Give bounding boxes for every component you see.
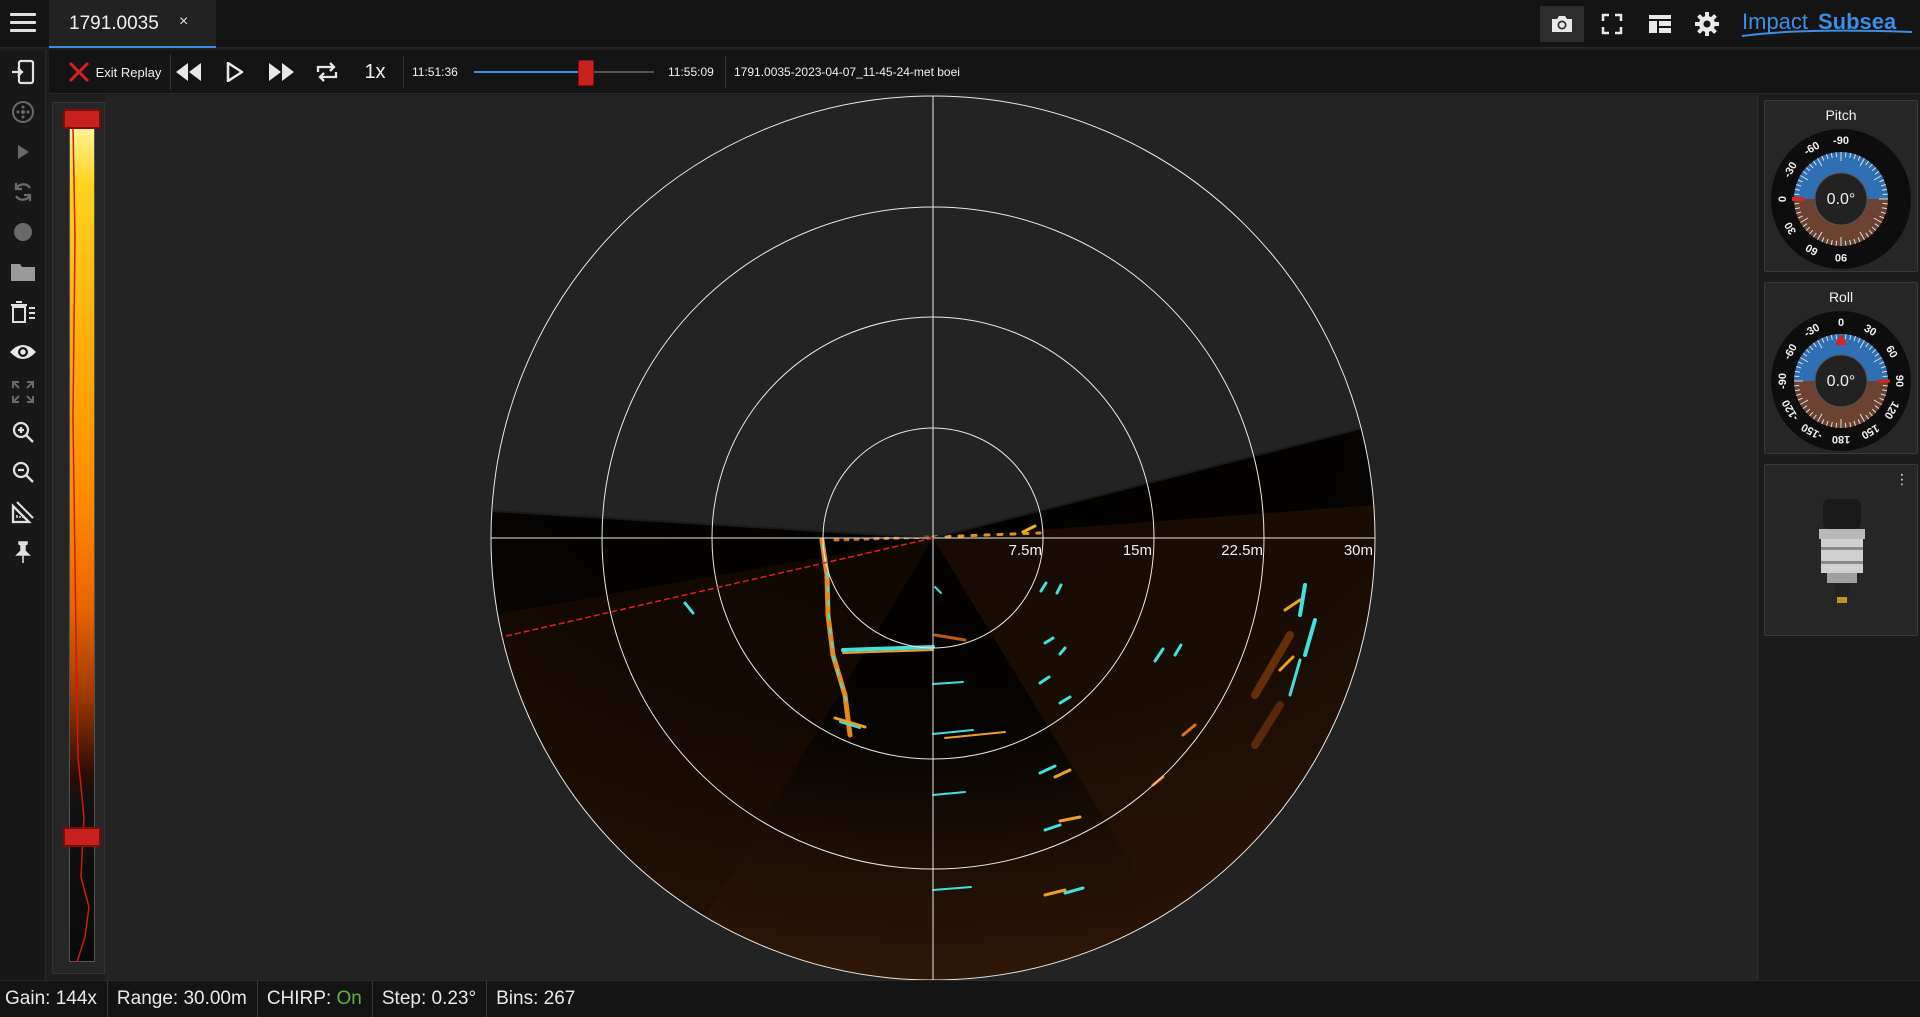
sensor-view-panel: ⋮ — [1764, 464, 1918, 636]
sonar-display[interactable]: 7.5m 15m 22.5m 30m — [105, 95, 1757, 980]
range-label-2: 15m — [1123, 542, 1152, 559]
logo-text-impact: Impact — [1742, 9, 1808, 34]
fast-forward-icon[interactable] — [261, 54, 301, 90]
right-instrument-column: Pitch -90 -60 -30 0 30 60 90 0.0° Roll 0 30 60 90… — [1757, 95, 1920, 980]
pitch-gauge: -90-60-3003060 90 0.0° — [1771, 129, 1911, 269]
zoom-in-icon[interactable] — [7, 416, 39, 448]
close-icon — [68, 61, 89, 83]
layout-icon[interactable] — [1638, 6, 1682, 42]
gauge-tick — [1844, 334, 1847, 340]
scan-target-icon[interactable] — [7, 96, 39, 128]
gauge-tick — [1844, 240, 1847, 246]
gauge-tick — [1882, 375, 1888, 378]
color-gain-bar — [52, 102, 105, 974]
pitch-tick-label: 0 — [1777, 196, 1789, 202]
playback-speed-button[interactable]: 1x — [357, 54, 393, 90]
roll-tick-label: 180 — [1832, 433, 1850, 445]
gauge-tick — [1794, 193, 1800, 196]
replay-start-time: 11:51:36 — [412, 65, 458, 79]
range-status: Range: 30.00m — [112, 980, 258, 1017]
pin-icon[interactable] — [7, 536, 39, 568]
folder-icon[interactable] — [7, 256, 39, 288]
roll-tick-label: 90 — [1893, 375, 1905, 387]
fullscreen-icon[interactable] — [1590, 6, 1634, 42]
zoom-out-icon[interactable] — [7, 456, 39, 488]
step-status: Step: 0.23° — [377, 980, 488, 1017]
pitch-title: Pitch — [1825, 107, 1857, 123]
fit-view-icon[interactable] — [7, 376, 39, 408]
gauge-tick — [1794, 384, 1800, 387]
roll-value: 0.0° — [1827, 373, 1856, 390]
pitch-value: 0.0° — [1827, 191, 1856, 208]
play-icon[interactable] — [7, 136, 39, 168]
gear-icon[interactable] — [1685, 6, 1729, 42]
bins-status: Bins: 267 — [496, 988, 576, 1009]
play-icon[interactable] — [215, 54, 255, 90]
status-bar: Gain: 144x Range: 30.00m CHIRP: On Step:… — [0, 980, 1920, 1017]
slider-fill — [474, 71, 586, 73]
gauge-tick — [1882, 384, 1888, 387]
more-options-icon[interactable]: ⋮ — [1895, 471, 1909, 488]
eye-icon[interactable] — [7, 336, 39, 368]
roll-tick-label: 0 — [1838, 317, 1844, 329]
gauge-tick — [1835, 422, 1838, 428]
tab-close-icon[interactable]: × — [179, 13, 188, 31]
record-icon[interactable] — [7, 216, 39, 248]
range-label-3: 22.5m — [1221, 542, 1263, 559]
loop-icon[interactable] — [307, 54, 347, 90]
sonar-head-image — [1819, 499, 1865, 603]
pitch-panel: Pitch -90 -60 -30 0 30 60 90 0.0° — [1764, 100, 1918, 272]
measure-angle-icon[interactable] — [7, 496, 39, 528]
gauge-tick — [1835, 240, 1838, 246]
sonar-polar-plot[interactable]: 7.5m 15m 22.5m 30m — [105, 95, 1757, 980]
slider-thumb[interactable] — [577, 60, 594, 86]
roll-tick-label: -90 — [1777, 373, 1789, 389]
roll-title: Roll — [1828, 289, 1854, 305]
top-bar: 1791.0035 × Impact Subsea — [0, 0, 1920, 48]
gauge-tick — [1835, 152, 1838, 158]
gauge-tick — [1794, 375, 1800, 378]
gauge-tick — [1835, 334, 1838, 340]
gauge-tick — [1882, 202, 1888, 205]
range-label-1: 7.5m — [1009, 542, 1042, 559]
rewind-icon[interactable] — [169, 54, 209, 90]
impact-subsea-logo: Impact Subsea — [1740, 6, 1915, 42]
tool-sidebar — [0, 50, 46, 980]
pitch-tick-label: -90 — [1833, 135, 1849, 147]
separator — [403, 56, 404, 88]
replay-file-name: 1791.0035-2023-04-07_11-45-24-met boei — [734, 65, 960, 79]
exit-replay-label: Exit Replay — [95, 64, 162, 80]
tab-label: 1791.0035 — [69, 13, 159, 34]
chirp-label: CHIRP: — [266, 988, 332, 1009]
roll-gauge: 0 306090120150180-150-120-90-60-30 0.0° — [1771, 311, 1911, 451]
replay-end-time: 11:55:09 — [668, 65, 714, 79]
roll-panel: Roll 0 30 60 90 120 150 180 -150 -120 -90 -60 -30 0… — [1764, 282, 1918, 454]
range-label-4: 30m — [1344, 542, 1373, 559]
gauge-tick — [1844, 152, 1847, 158]
pitch-tick-label: 90 — [1835, 251, 1847, 263]
gain-status: Gain: 144x — [0, 980, 108, 1017]
refresh-icon[interactable] — [7, 176, 39, 208]
gauge-tick — [1882, 193, 1888, 196]
exit-replay-button[interactable]: Exit Replay — [59, 54, 171, 90]
chirp-status: CHIRP: On — [262, 980, 373, 1017]
lower-threshold-handle[interactable] — [63, 827, 101, 848]
camera-icon[interactable] — [1540, 6, 1584, 42]
replay-toolbar: Exit Replay 1x 11:51:36 11:55:09 1791.00… — [49, 50, 1920, 94]
device-connect-icon[interactable] — [7, 56, 39, 88]
replay-timeline-slider[interactable] — [474, 60, 654, 86]
separator — [725, 56, 726, 88]
upper-threshold-handle[interactable] — [63, 109, 101, 129]
hamburger-menu-icon[interactable] — [8, 10, 38, 38]
gauge-tick — [1794, 202, 1800, 205]
tab-device[interactable]: 1791.0035 × — [49, 0, 216, 48]
chirp-value: On — [336, 988, 362, 1009]
clear-list-icon[interactable] — [7, 296, 39, 328]
gauge-tick — [1844, 422, 1847, 428]
